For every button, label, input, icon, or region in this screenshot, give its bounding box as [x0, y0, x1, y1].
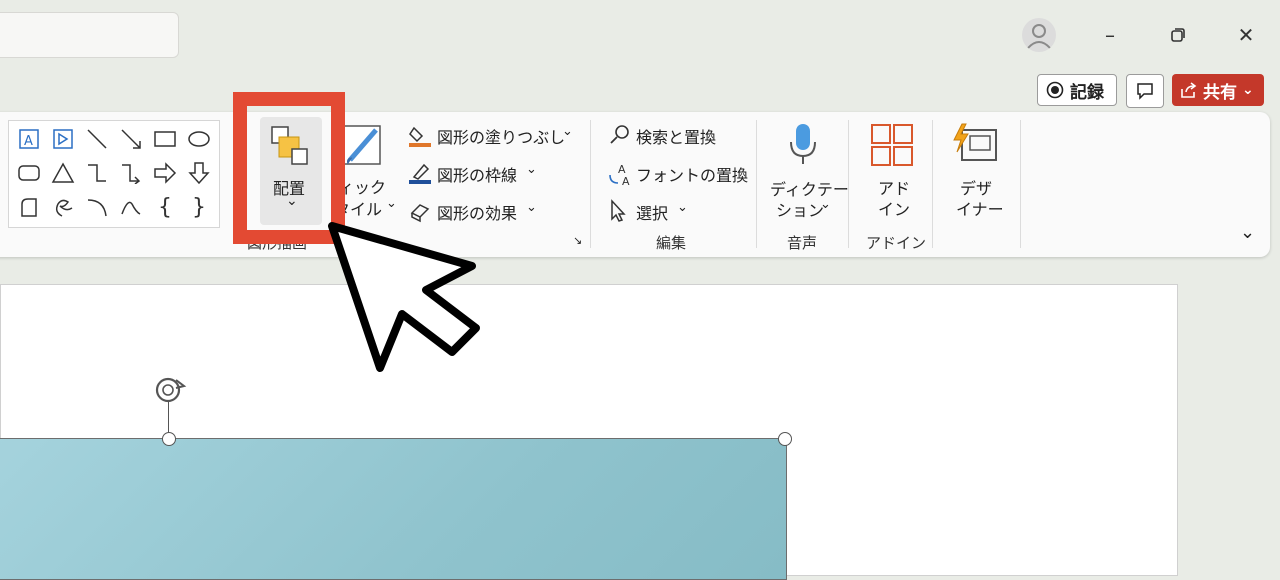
rotate-handle-stem [168, 400, 169, 434]
comments-button[interactable] [1126, 74, 1164, 108]
text-box-icon[interactable]: A [13, 123, 45, 155]
rotate-handle-icon[interactable] [152, 374, 192, 408]
group-separator [756, 120, 757, 248]
elbow-connector-icon[interactable] [81, 157, 113, 189]
chevron-down-icon: ⌄ [1242, 82, 1254, 98]
group-separator [848, 120, 849, 248]
line-icon[interactable] [81, 123, 113, 155]
rounded-rectangle-icon[interactable] [13, 157, 45, 189]
right-brace-icon[interactable]: } [183, 191, 215, 223]
add-ins-icon [871, 124, 913, 166]
cursor-pointer-icon [611, 199, 626, 222]
select-button[interactable]: 選択 [636, 200, 668, 224]
share-button[interactable]: 共有 ⌄ [1172, 74, 1264, 106]
quick-styles-icon [341, 125, 381, 165]
resize-handle-top-right[interactable] [778, 432, 792, 446]
chevron-down-icon: ⌄ [386, 196, 397, 211]
shape-outline-button[interactable]: 図形の枠線 [437, 162, 517, 186]
collapse-ribbon-icon[interactable]: ⌄ [1240, 222, 1255, 243]
arrow-line-icon[interactable] [115, 123, 147, 155]
group-separator [1020, 120, 1021, 248]
freeform-icon[interactable] [13, 191, 45, 223]
group-separator [590, 120, 591, 248]
down-arrow-icon[interactable] [183, 157, 215, 189]
selected-rectangle-shape[interactable] [0, 438, 787, 580]
restore-button[interactable] [1158, 18, 1198, 52]
shapes-gallery[interactable]: A { } [8, 120, 220, 228]
arc-icon[interactable] [81, 191, 113, 223]
chevron-down-icon: ⌄ [677, 200, 688, 215]
curve-icon[interactable] [115, 191, 147, 223]
shape-fill-button[interactable]: 図形の塗りつぶし [437, 124, 565, 148]
search-box[interactable] [0, 12, 179, 58]
editing-group-label: 編集 [656, 234, 687, 252]
right-arrow-icon[interactable] [149, 157, 181, 189]
search-icon [610, 125, 629, 144]
share-icon [1181, 82, 1197, 98]
designer-icon [953, 123, 997, 161]
user-avatar-icon[interactable] [1022, 18, 1056, 52]
svg-text:A: A [24, 134, 33, 149]
chevron-down-icon: ⌄ [526, 200, 537, 215]
record-icon [1046, 81, 1064, 99]
add-ins-group-label: アドイン [866, 234, 927, 252]
add-ins-button[interactable]: イン [878, 196, 910, 220]
record-label: 記録 [1070, 82, 1104, 103]
quick-styles-label-top: ィック [338, 178, 387, 197]
close-button[interactable]: ✕ [1226, 18, 1266, 52]
designer-button[interactable]: イナー [956, 196, 1004, 220]
scribble-icon[interactable] [47, 191, 79, 223]
record-button[interactable]: 記録 [1037, 74, 1117, 106]
microphone-icon [790, 124, 816, 164]
shape-fill-icon [409, 126, 431, 147]
dialog-launcher-icon[interactable]: ↘ [573, 234, 582, 247]
chevron-down-icon: ⌄ [562, 124, 573, 139]
elbow-arrow-connector-icon[interactable] [115, 157, 147, 189]
resize-handle-top-left[interactable] [162, 432, 176, 446]
group-separator [932, 120, 933, 248]
large-pointer-cursor-icon [328, 222, 480, 372]
dictation-button[interactable]: ション [776, 197, 824, 221]
voice-group-label: 音声 [787, 234, 818, 252]
vertical-text-box-icon[interactable] [47, 123, 79, 155]
rectangle-icon[interactable] [149, 123, 181, 155]
font-replace-button[interactable]: フォントの置換 [636, 162, 748, 186]
share-label: 共有 [1203, 82, 1237, 103]
chevron-down-icon: ⌄ [820, 197, 831, 212]
shape-outline-icon [409, 163, 431, 184]
oval-icon[interactable] [183, 123, 215, 155]
triangle-icon[interactable] [47, 157, 79, 189]
svg-text:A: A [622, 175, 630, 187]
comment-icon [1137, 83, 1153, 100]
find-replace-button[interactable]: 検索と置換 [636, 124, 716, 148]
left-brace-icon[interactable]: { [149, 191, 181, 223]
restore-icon [1171, 28, 1185, 42]
font-replace-icon: AA [609, 163, 630, 187]
chevron-down-icon: ⌄ [526, 162, 537, 177]
minimize-button[interactable]: – [1090, 18, 1130, 52]
